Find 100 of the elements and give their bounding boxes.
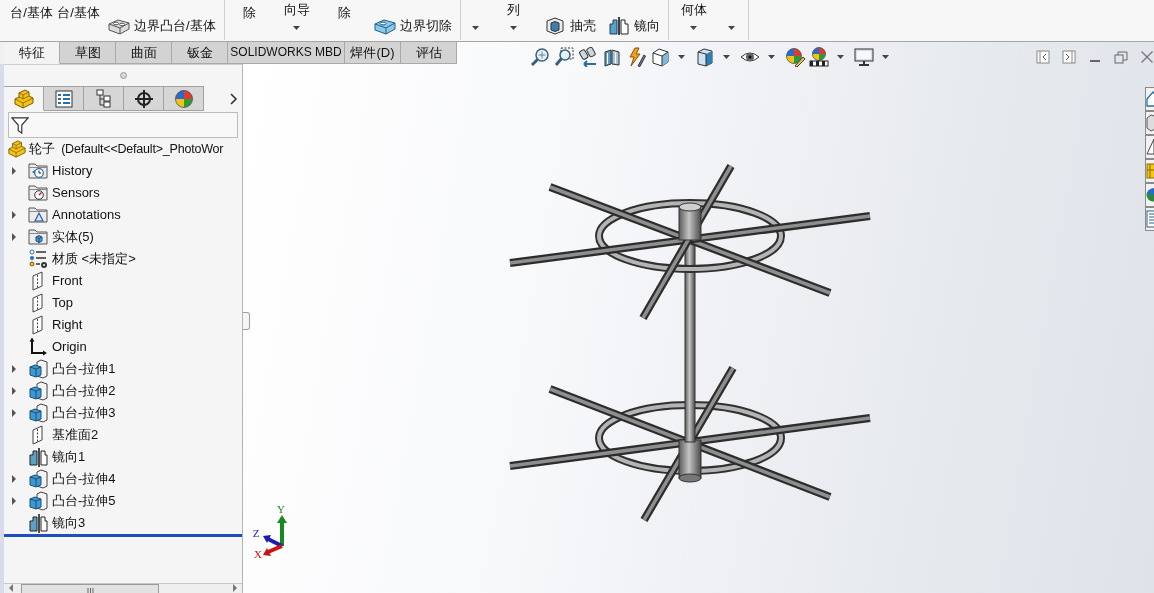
extruded-block-icon (28, 359, 48, 379)
mirror-icon (28, 447, 48, 467)
caret-icon[interactable] (472, 26, 480, 30)
magnifier-box-icon[interactable] (554, 47, 574, 67)
tree-item[interactable]: 凸台-拉伸1 (28, 359, 116, 379)
scroll-left-icon[interactable] (8, 584, 13, 592)
chevron-right-icon[interactable] (229, 92, 238, 105)
tree-item[interactable]: Top (28, 293, 73, 313)
monitor-icon[interactable] (854, 47, 874, 67)
tree-item[interactable]: 凸台-拉伸3 (28, 403, 116, 423)
panel-tab[interactable] (124, 86, 164, 111)
sidebar-left-icon[interactable] (1036, 50, 1050, 64)
z-axis-arrow (263, 535, 283, 548)
caret-icon[interactable] (690, 26, 698, 30)
tree-item[interactable]: 实体(5) (28, 227, 94, 247)
expand-arrow-icon[interactable] (11, 365, 17, 373)
x-axis-arrow (263, 544, 283, 556)
tree-item[interactable]: 轮子 (Default<<Default>_PhotoWor (4, 138, 242, 160)
ribbon-button[interactable]: 台/基体 (8, 0, 55, 22)
expand-arrow-icon[interactable] (11, 475, 17, 483)
grid-icon[interactable] (1145, 159, 1154, 183)
notched-block-icon (373, 17, 396, 35)
filter-field[interactable] (8, 112, 238, 138)
tree-icon (93, 88, 114, 109)
sidebar-right-icon[interactable] (1062, 50, 1076, 64)
horizontal-scrollbar[interactable] (4, 583, 242, 593)
axis-label: Y (277, 503, 285, 515)
tree-item[interactable]: Origin (28, 337, 87, 357)
scrollbar-thumb[interactable] (21, 584, 159, 593)
tab[interactable]: 焊件(D) (345, 42, 401, 64)
tree-item[interactable]: Front (28, 271, 83, 291)
list-icon[interactable] (1145, 207, 1154, 231)
ribbon-button[interactable]: 边界凸台/基体 (102, 16, 222, 36)
box-icon[interactable] (1145, 111, 1154, 135)
ribbon-button[interactable]: 除 (225, 0, 273, 22)
shaded-cube-icon[interactable] (695, 47, 715, 67)
globe-icon[interactable] (1145, 183, 1154, 207)
triangle-icon[interactable] (1145, 135, 1154, 159)
tree-item[interactable]: 凸台-拉伸2 (28, 381, 116, 401)
block-icon (13, 88, 34, 109)
tree-item[interactable]: 镜向3 (28, 513, 86, 533)
caret-icon[interactable] (678, 55, 685, 59)
caret-icon[interactable] (510, 26, 518, 30)
tree-item[interactable]: Sensors (28, 183, 100, 203)
caret-icon[interactable] (728, 26, 736, 30)
grip-dot-icon[interactable] (119, 72, 127, 79)
panel-tab[interactable] (44, 86, 84, 111)
tab[interactable]: 钣金 (172, 42, 228, 64)
tree-item[interactable]: Right (28, 315, 83, 335)
color-ball-pencil-icon[interactable] (785, 47, 805, 67)
clock-folder-icon (28, 161, 48, 181)
tree-item[interactable]: 镜向1 (28, 447, 86, 467)
expand-arrow-icon[interactable] (11, 497, 17, 505)
tab[interactable]: SOLIDWORKS MBD (228, 42, 345, 64)
caret-icon[interactable] (293, 26, 301, 30)
caret-icon[interactable] (768, 55, 775, 59)
color-ball-icon (173, 88, 194, 109)
tab[interactable]: 草图 (60, 42, 116, 64)
ribbon-button[interactable]: 除 (320, 0, 368, 22)
ribbon-button[interactable]: 镜向 (601, 16, 666, 36)
expand-arrow-icon[interactable] (11, 167, 17, 175)
expand-arrow-icon[interactable] (11, 233, 17, 241)
caret-icon[interactable] (882, 55, 889, 59)
ribbon-button[interactable]: 台/基体 (55, 0, 102, 22)
caret-icon[interactable] (723, 55, 730, 59)
tree-item[interactable]: Annotations (28, 205, 121, 225)
tree-item[interactable]: History (28, 161, 93, 181)
lightning-pen-icon[interactable] (626, 47, 646, 67)
tree-item[interactable]: 基准面2 (28, 425, 99, 445)
y-axis-arrow (277, 515, 287, 546)
tab[interactable]: 评估 (401, 42, 457, 64)
rounded-block-icon (108, 17, 130, 35)
tab[interactable]: 曲面 (116, 42, 172, 64)
binoculars-icon[interactable] (578, 47, 598, 67)
hollow-box-icon (543, 17, 566, 35)
scroll-right-icon[interactable] (233, 584, 238, 592)
tree-item[interactable]: 材质 <未指定> (28, 249, 136, 269)
caret-icon[interactable] (837, 55, 844, 59)
cube-icon[interactable] (650, 47, 670, 67)
house-icon[interactable] (1145, 87, 1154, 111)
color-ball-clapper-icon[interactable] (809, 47, 829, 67)
expand-arrow-icon[interactable] (11, 211, 17, 219)
ribbon-button[interactable]: 抽壳 (537, 16, 602, 36)
tree-item[interactable]: 凸台-拉伸5 (28, 491, 116, 511)
funnel-icon (11, 116, 29, 134)
expand-arrow-icon[interactable] (11, 409, 17, 417)
restore-icon[interactable] (1114, 50, 1128, 64)
ribbon-menu-button[interactable]: 列 (489, 0, 538, 34)
tree-item[interactable]: 凸台-拉伸4 (28, 469, 116, 489)
block-icon (8, 140, 26, 158)
panel-tab[interactable] (84, 86, 124, 111)
magnifier-arrows-icon[interactable] (530, 47, 550, 67)
grip-lines-icon (86, 588, 94, 593)
sliced-cylinder-icon[interactable] (602, 47, 622, 67)
ribbon-button[interactable]: 边界切除 (367, 16, 458, 36)
expand-arrow-icon[interactable] (11, 387, 17, 395)
ribbon-menu-button[interactable]: 何体 (669, 0, 718, 34)
ribbon-menu-button[interactable]: 向导 (272, 0, 321, 34)
close-icon[interactable] (1140, 50, 1154, 64)
mirror-icon (28, 513, 48, 533)
